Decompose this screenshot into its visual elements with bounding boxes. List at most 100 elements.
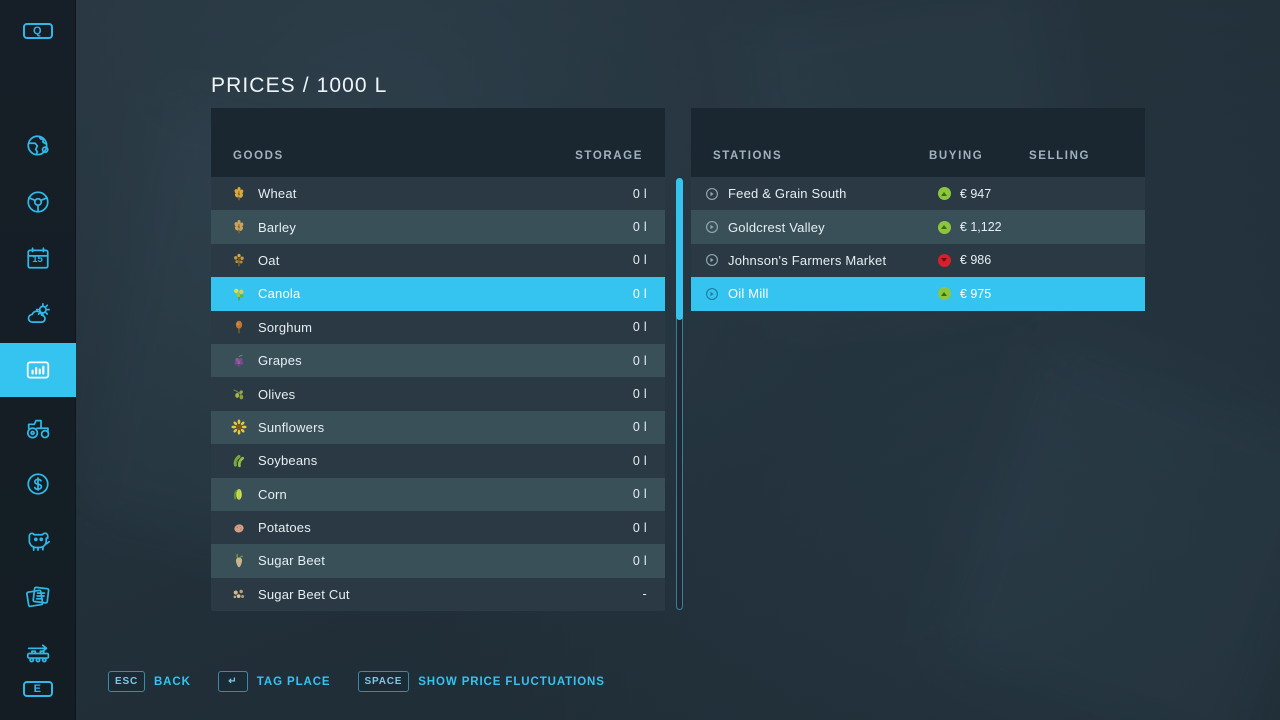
goods-row[interactable]: Wheat 0 l [211,177,665,211]
goods-row-label: Oat [258,252,280,268]
weather-icon[interactable] [0,287,76,341]
scrollbar-thumb[interactable] [676,178,683,320]
help-key: ESC [108,671,145,692]
help-key: ↵ [217,671,248,692]
sidebar-nav: 15 [0,119,76,681]
barley-icon [229,217,249,237]
column-header-stations: STATIONS [713,150,783,162]
goods-scrollbar[interactable] [676,178,683,610]
oat-icon [229,250,249,270]
goods-row-storage: 0 l [632,487,647,502]
help-label: SHOW PRICE FLUCTUATIONS [418,675,605,688]
goods-row-label: Canola [258,286,301,302]
station-marker-icon [705,287,719,301]
price-trend-up-icon [937,187,951,201]
station-buying-price: € 1,122 [959,220,1002,235]
help-item[interactable]: SPACE SHOW PRICE FLUCTUATIONS [357,671,605,692]
goods-row-label: Barley [258,219,297,235]
canola-icon [229,284,249,304]
goods-row[interactable]: Canola 0 l [211,277,665,311]
goods-row-storage: 0 l [632,553,647,568]
station-buying-cell: € 986 [937,253,1033,268]
sidebar-key-q[interactable]: Q [22,23,53,39]
contracts-icon[interactable] [0,569,76,623]
station-row[interactable]: Oil Mill € 975 [691,277,1145,311]
station-buying-cell: € 1,122 [937,220,1033,235]
help-item[interactable]: ESC BACK [108,671,191,692]
production-icon[interactable] [0,625,76,679]
goods-row[interactable]: Soybeans 0 l [211,444,665,478]
grapes-icon [229,351,249,371]
price-trend-up-icon [937,220,951,234]
page-title: PRICES / 1000 L [211,74,388,97]
station-marker-icon [705,187,719,201]
goods-row[interactable]: Sugar Beet 0 l [211,544,665,578]
goods-row[interactable]: Sugar Beet Cut - [211,577,665,612]
help-key: SPACE [357,671,410,692]
station-row[interactable]: Feed & Grain South € 947 [691,177,1145,211]
help-label: BACK [153,675,191,688]
goods-row-label: Sugar Beet Cut [258,586,350,602]
corn-icon [229,484,249,504]
goods-row[interactable]: Oat 0 l [211,243,665,278]
sorghum-icon [229,317,249,337]
station-row-label: Feed & Grain South [728,186,847,202]
tractor-icon[interactable] [0,401,76,455]
potato-icon [229,518,249,538]
calendar-icon[interactable]: 15 [0,231,76,285]
column-header-storage: STORAGE [575,150,643,162]
goods-row[interactable]: Potatoes 0 l [211,510,665,545]
wheat-icon [229,184,249,204]
vehicles-icon[interactable] [0,175,76,229]
goods-list: Wheat 0 l Barley 0 l Oat 0 l Canola 0 l Sorghum 0… [211,177,665,612]
prices-chart-icon[interactable] [0,343,76,397]
goods-row-storage: - [642,587,647,602]
station-row-label: Johnson's Farmers Market [728,252,887,268]
goods-row-storage: 0 l [632,453,647,468]
goods-row-storage: 0 l [632,186,647,201]
goods-row-storage: 0 l [632,253,647,268]
goods-row-storage: 0 l [632,520,647,535]
help-bar: ESC BACK ↵ TAG PLACE SPACE SHOW PRICE FLUCTUA… [108,671,622,692]
column-header-goods: GOODS [233,150,284,162]
goods-row-storage: 0 l [632,320,647,335]
help-label: TAG PLACE [256,675,331,688]
help-item[interactable]: ↵ TAG PLACE [217,671,331,692]
stations-list: Feed & Grain South € 947 Goldcrest Valley €… [691,177,1145,311]
station-buying-price: € 986 [959,253,992,268]
finances-icon[interactable] [0,457,76,511]
animals-icon[interactable] [0,513,76,567]
olives-icon [229,384,249,404]
station-buying-cell: € 947 [937,187,1033,201]
goods-row-storage: 0 l [632,286,647,301]
station-row[interactable]: Johnson's Farmers Market € 986 [691,243,1145,278]
goods-row[interactable]: Barley 0 l [211,210,665,244]
map-globe-icon[interactable] [0,119,76,173]
station-row-label: Oil Mill [728,286,769,302]
station-row[interactable]: Goldcrest Valley € 1,122 [691,210,1145,244]
stations-panel-header: STATIONS BUYING SELLING [691,108,1145,177]
station-row-label: Goldcrest Valley [728,219,825,235]
soybeans-icon [229,451,249,471]
goods-row[interactable]: Grapes 0 l [211,343,665,378]
goods-row[interactable]: Sunflowers 0 l [211,410,665,445]
goods-row-storage: 0 l [632,353,647,368]
sidebar: Q 15 E [0,0,76,720]
goods-row-label: Wheat [258,186,297,202]
price-trend-up-icon [937,287,951,301]
station-buying-cell: € 975 [937,287,1033,301]
goods-row-label: Grapes [258,353,302,369]
goods-panel-header: GOODS STORAGE [211,108,665,177]
goods-row[interactable]: Corn 0 l [211,477,665,511]
goods-panel: GOODS STORAGE Wheat 0 l Barley 0 l Oat 0 l Can… [211,108,665,612]
goods-row[interactable]: Olives 0 l [211,377,665,411]
sunflower-icon [229,417,249,437]
goods-row-label: Corn [258,486,287,502]
goods-row-label: Sugar Beet [258,553,326,569]
goods-row-storage: 0 l [632,220,647,235]
column-header-selling: SELLING [1029,150,1091,162]
sidebar-key-e[interactable]: E [22,681,53,697]
background-streak [931,335,1280,720]
goods-row[interactable]: Sorghum 0 l [211,310,665,344]
station-marker-icon [705,253,719,267]
